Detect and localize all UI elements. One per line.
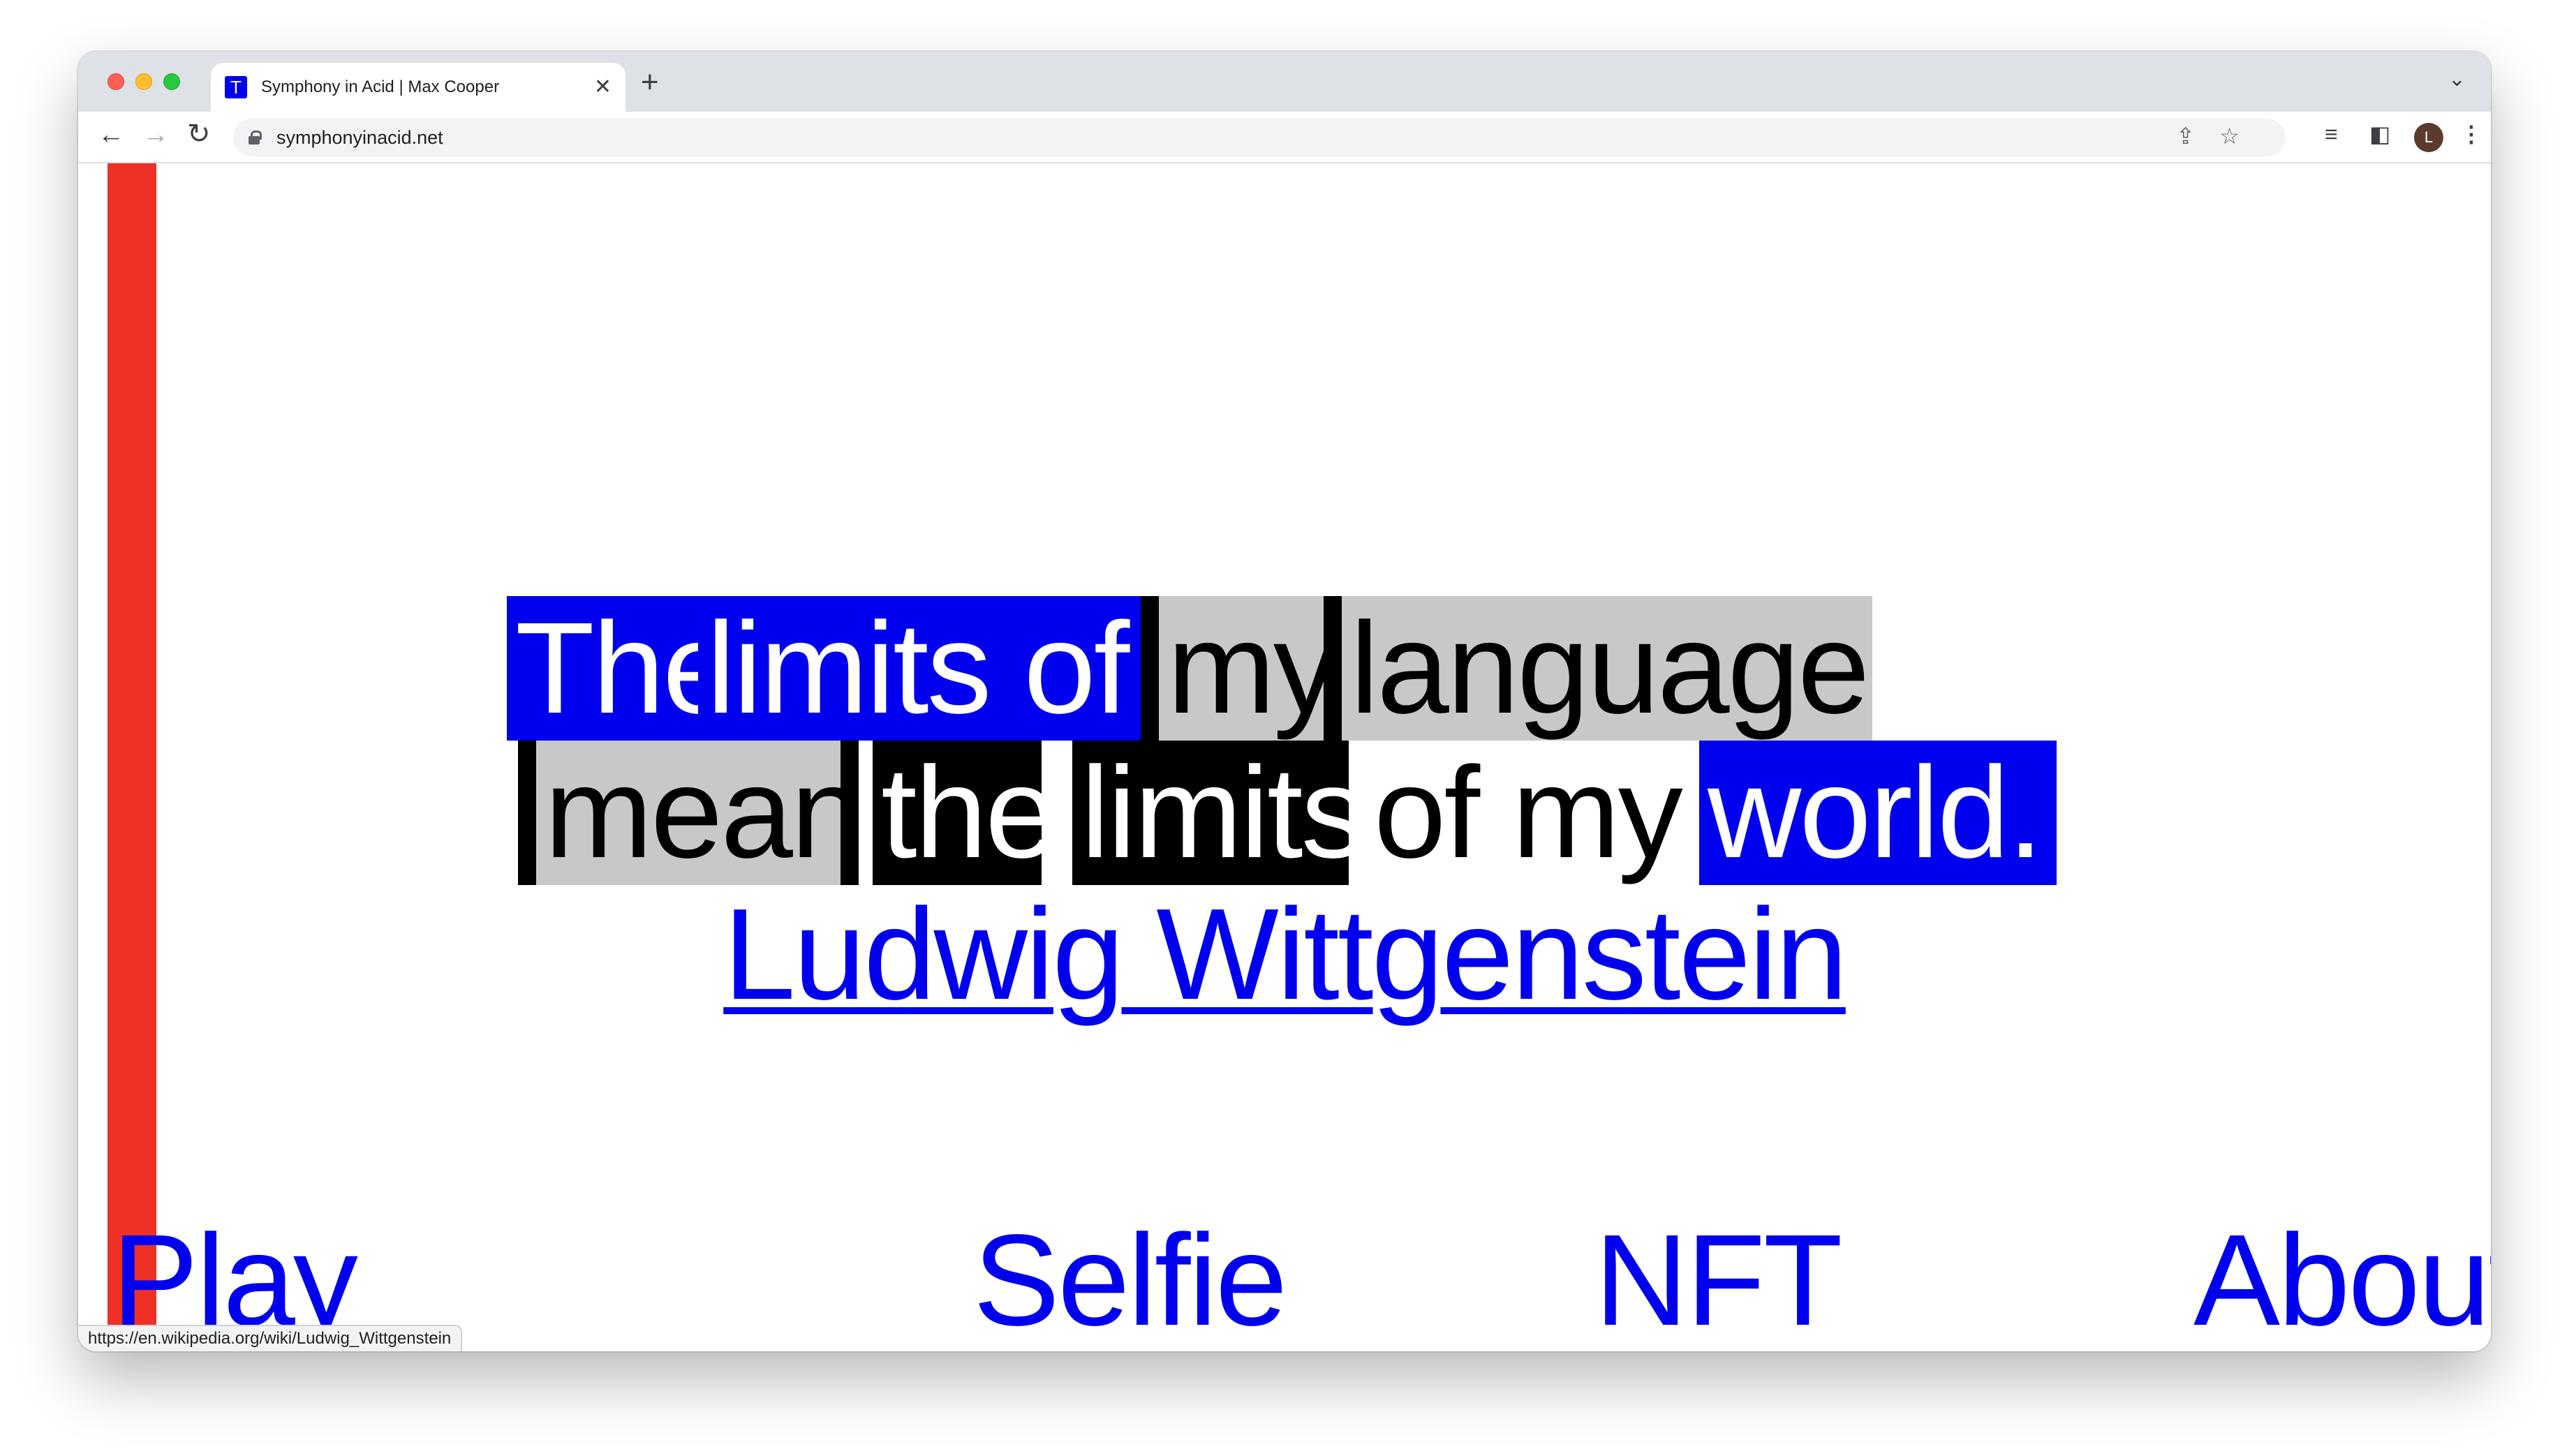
tab-strip: T Symphony in Acid | Max Cooper ✕ + ⌄ (78, 52, 2491, 112)
status-bar-url: https://en.wikipedia.org/wiki/Ludwig_Wit… (78, 1325, 463, 1351)
close-window-button[interactable] (108, 73, 124, 90)
favicon-icon: T (225, 76, 247, 98)
new-tab-button[interactable]: + (641, 67, 659, 98)
bookmark-star-icon[interactable]: ☆ (2219, 123, 2239, 149)
quote-line-2: mean the limits of my world. (78, 741, 2491, 885)
quote-word: my (1159, 596, 1338, 741)
url-text[interactable]: symphonyinacid.net (276, 127, 443, 149)
kebab-menu-icon[interactable]: ⋮ (2460, 123, 2482, 145)
quote-word: language (1342, 596, 1872, 741)
lock-icon[interactable] (249, 131, 262, 144)
forward-arrow-icon[interactable]: → (142, 121, 169, 148)
word-separator (1324, 596, 1342, 741)
minimize-window-button[interactable] (135, 73, 152, 90)
share-icon[interactable]: ⇪ (2176, 123, 2195, 149)
tab-search-icon[interactable]: ⌄ (2448, 67, 2466, 91)
browser-window: T Symphony in Acid | Max Cooper ✕ + ⌄ ← … (78, 52, 2491, 1351)
back-arrow-icon[interactable]: ← (98, 121, 124, 148)
selfie-link[interactable]: Selfie (973, 1210, 1287, 1351)
page-viewport: The limits of my language mean the limit… (78, 163, 2491, 1351)
profile-avatar[interactable]: L (2414, 123, 2443, 152)
word-separator (841, 741, 859, 885)
zoom-window-button[interactable] (163, 73, 180, 90)
quote-word: world. (1699, 741, 2057, 885)
active-tab[interactable]: T Symphony in Acid | Max Cooper ✕ (211, 63, 625, 112)
browser-toolbar: ← → ↻ symphonyinacid.net ⇪ ☆ ≡ ◧ L ⋮ (78, 112, 2491, 163)
quote-word: limits (1072, 741, 1366, 885)
quote-word: of my (1374, 741, 1683, 885)
media-controls-icon[interactable]: ≡ (2325, 123, 2338, 145)
author-link[interactable]: Ludwig Wittgenstein (78, 882, 2491, 1027)
tab-title: Symphony in Acid | Max Cooper (261, 77, 500, 96)
quote-line-1: The limits of my language (78, 596, 2491, 741)
side-panel-icon[interactable]: ◧ (2369, 123, 2390, 145)
close-tab-icon[interactable]: ✕ (594, 77, 612, 98)
nft-link[interactable]: NFT (1594, 1210, 1843, 1351)
word-separator (518, 741, 536, 885)
quote-word: mean (536, 741, 863, 885)
about-link[interactable]: About (2193, 1210, 2491, 1351)
word-separator (1141, 596, 1159, 741)
quote-word: limits of (698, 596, 1141, 741)
quote-word: the (873, 741, 1058, 885)
address-bar[interactable]: symphonyinacid.net ⇪ ☆ (233, 119, 2286, 156)
reload-icon[interactable]: ↻ (187, 120, 211, 148)
